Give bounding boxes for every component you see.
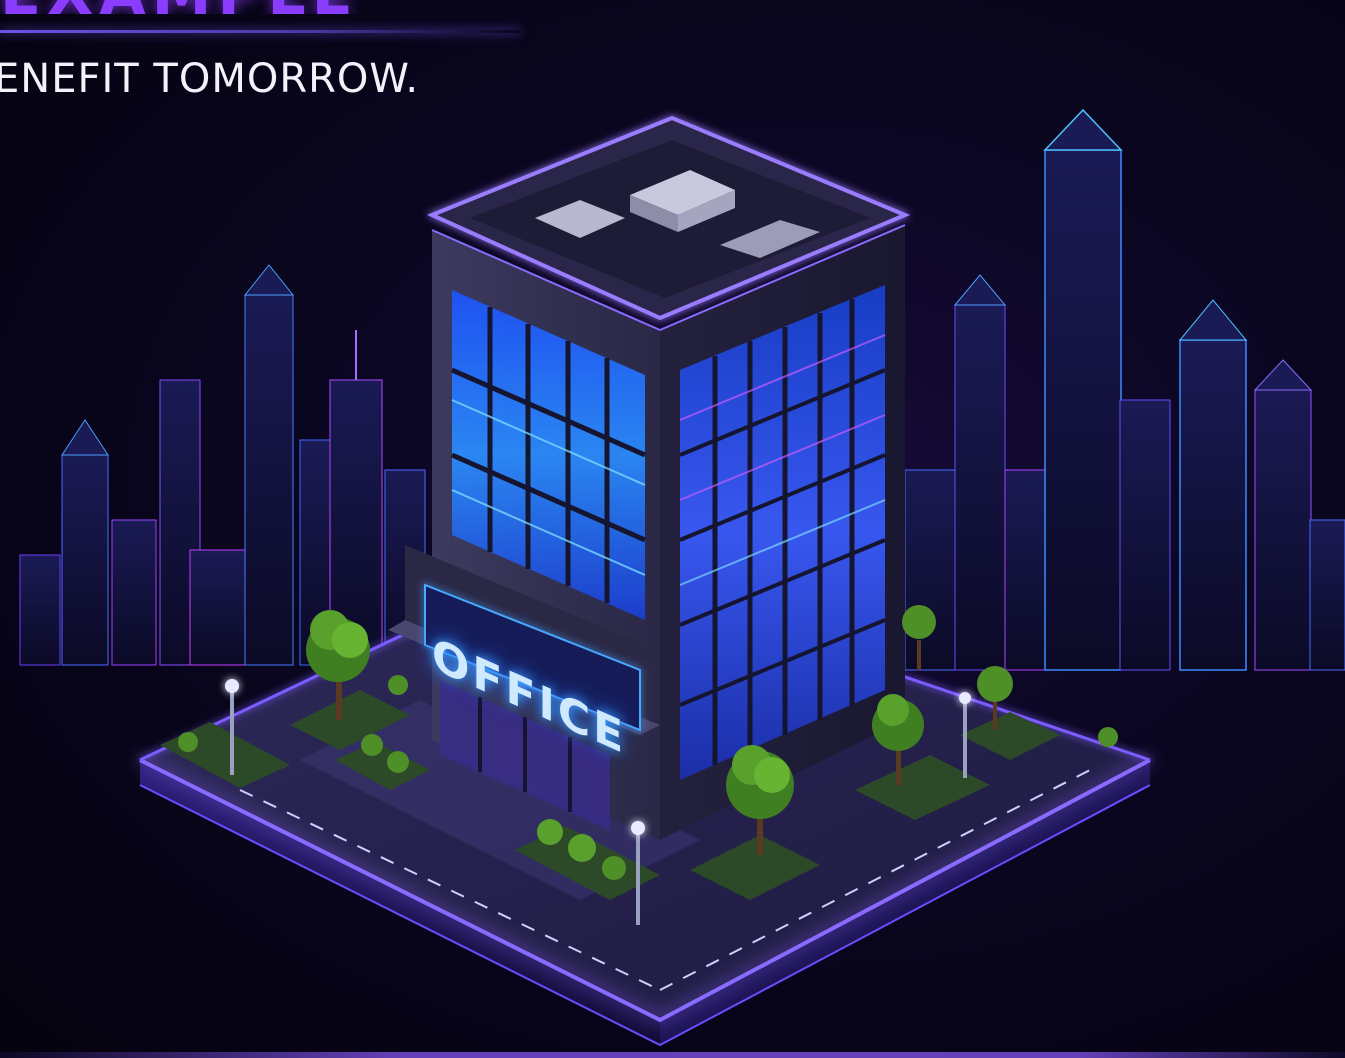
bush	[178, 675, 1118, 880]
bottom-divider	[0, 1052, 1345, 1058]
poster-canvas: OFFICE ENEFIT TOMORROW.	[0, 0, 1345, 1058]
headline-divider	[0, 30, 520, 33]
tree	[726, 745, 794, 855]
landscape-details	[178, 605, 1118, 925]
street-lamp	[225, 679, 239, 775]
tree	[977, 666, 1013, 730]
tree	[306, 610, 370, 720]
street-lamp	[959, 692, 971, 778]
tagline: ENEFIT TOMORROW.	[0, 56, 420, 102]
street-lamp	[631, 821, 645, 925]
headline-partial: EXAMPLE	[0, 0, 680, 14]
tree	[902, 605, 936, 670]
tree	[872, 694, 924, 785]
